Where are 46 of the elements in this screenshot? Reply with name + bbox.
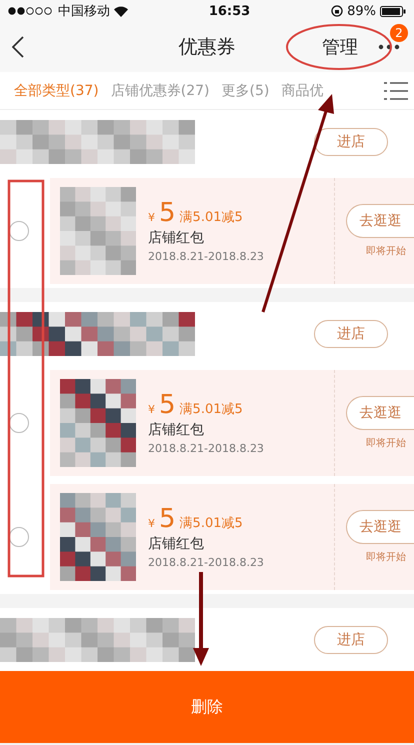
select-radio[interactable] — [9, 413, 29, 433]
select-radio[interactable] — [9, 221, 29, 241]
coupon-dates: 2018.8.21-2018.8.23 — [148, 442, 265, 454]
battery-icon — [380, 6, 406, 16]
page-title: 优惠券 — [178, 35, 236, 60]
coupon-name: 店铺红包 — [148, 228, 205, 246]
category-tab[interactable]: 全部类型(37) — [14, 82, 99, 100]
manage-button[interactable]: 管理 — [318, 31, 362, 63]
browse-button[interactable]: 去逛逛 — [346, 204, 414, 238]
coupon-dates: 2018.8.21-2018.8.23 — [148, 556, 265, 568]
browse-button[interactable]: 去逛逛 — [346, 510, 414, 544]
coupon-amount: 5 — [159, 506, 176, 532]
category-tab[interactable]: 更多(5) — [222, 82, 270, 100]
coupon-name: 店铺红包 — [148, 420, 205, 438]
more-icon — [378, 44, 400, 50]
back-icon[interactable] — [12, 36, 24, 58]
browse-button[interactable]: 去逛逛 — [346, 396, 414, 430]
enter-shop-button[interactable]: 进店 — [314, 128, 388, 156]
category-tab[interactable]: 店铺优惠券(27) — [110, 82, 210, 100]
carrier-name: 中国移动 — [58, 3, 110, 20]
select-radio[interactable] — [9, 527, 29, 547]
rotation-lock-icon — [331, 5, 344, 17]
coupon-amount: 5 — [159, 392, 176, 418]
notification-badge: 2 — [390, 24, 408, 42]
coupon-condition: 满5.01减5 — [180, 400, 243, 418]
currency-symbol: ¥ — [148, 210, 155, 224]
coupon-name: 店铺红包 — [148, 534, 205, 552]
coupon-status: 即将开始 — [366, 245, 407, 258]
wifi-icon — [114, 6, 128, 16]
coupon-condition: 满5.01减5 — [180, 514, 243, 532]
coupon-status: 即将开始 — [366, 551, 407, 564]
menu-button[interactable] — [384, 80, 408, 100]
coupon-status: 即将开始 — [366, 437, 407, 450]
enter-shop-button[interactable]: 进店 — [314, 626, 388, 654]
enter-shop-button[interactable]: 进店 — [314, 320, 388, 348]
coupon-condition: 满5.01减5 — [180, 208, 243, 226]
menu-icon — [384, 80, 408, 100]
coupon-dates: 2018.8.21-2018.8.23 — [148, 250, 265, 262]
delete-button[interactable]: 删除 — [185, 696, 229, 718]
category-tab[interactable]: 商品优 — [281, 82, 324, 100]
currency-symbol: ¥ — [148, 402, 155, 416]
coupon-amount: 5 — [159, 200, 176, 226]
battery-percent: 89% — [347, 4, 376, 18]
currency-symbol: ¥ — [148, 516, 155, 530]
signal-icon — [8, 7, 54, 15]
clock-time: 16:53 — [208, 4, 250, 18]
